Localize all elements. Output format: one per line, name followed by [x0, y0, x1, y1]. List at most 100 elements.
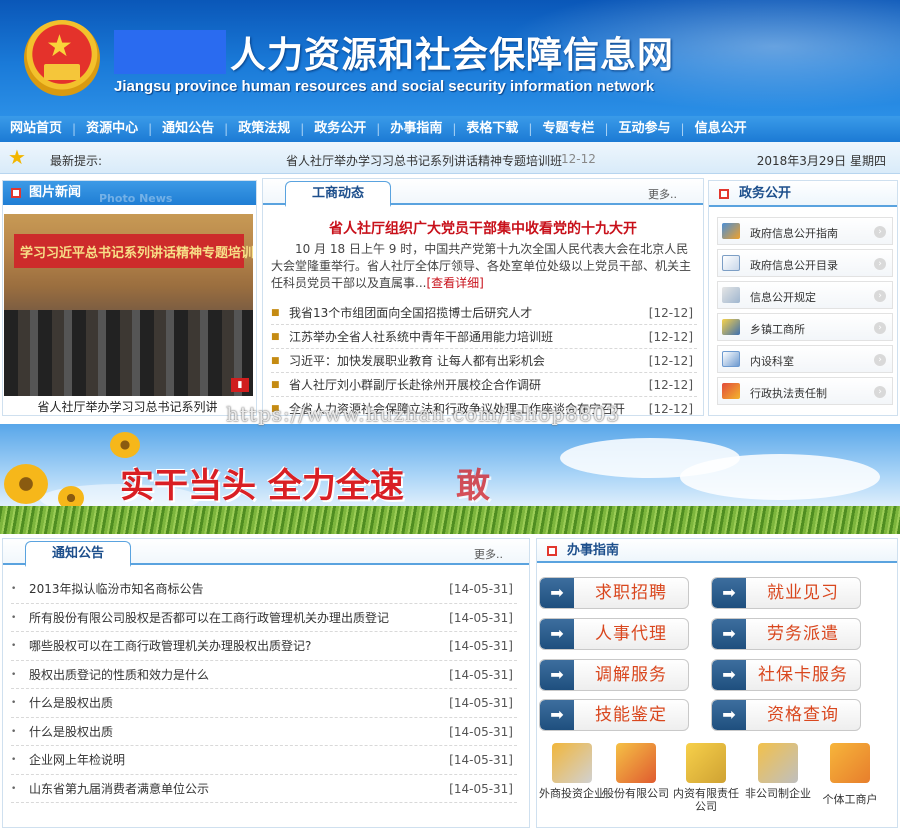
gov-item-disclosure-rules[interactable]: 信息公开规定 ›: [717, 281, 893, 309]
notice-title[interactable]: 山东省第九届消费者满意单位公示: [29, 775, 209, 803]
watermark-text: https://www.huzhan.com/ishop8803: [226, 402, 621, 426]
entity-joint-stock[interactable]: 股份有限公司: [601, 743, 671, 800]
entity-non-company[interactable]: 非公司制企业: [743, 743, 813, 800]
notice-title[interactable]: 2013年拟认临汾市知名商标公告: [29, 575, 204, 603]
list-item[interactable]: ■ 我省13个市组团面向全国招揽博士后研究人才 [12-12]: [271, 301, 697, 325]
arrow-right-icon: ➡: [540, 578, 574, 608]
nav-item-notices[interactable]: 通知公告: [152, 116, 224, 142]
list-item[interactable]: ■ 习近平：加快发展职业教育 让每人都有出彩机会 [12-12]: [271, 349, 697, 373]
notice-date: [14-05-31]: [449, 781, 513, 796]
nav-item-special-topics[interactable]: 专题专栏: [532, 116, 604, 142]
list-item[interactable]: • 山东省第九届消费者满意单位公示 [14-05-31]: [11, 775, 517, 803]
gov-item-label: 信息公开规定: [750, 291, 816, 304]
chevron-right-icon: ›: [874, 258, 886, 270]
news-title[interactable]: 江苏举办全省人社系统中青年干部通用能力培训班: [289, 325, 553, 349]
nav-item-interaction[interactable]: 互动参与: [609, 116, 681, 142]
nav-item-service-guide[interactable]: 办事指南: [380, 116, 452, 142]
social-security-card-button[interactable]: ➡ 社保卡服务: [711, 659, 861, 691]
bullet-icon: ■: [271, 308, 280, 318]
notice-title[interactable]: 企业网上年检说明: [29, 746, 125, 774]
arrow-right-icon: ➡: [540, 700, 574, 730]
chevron-right-icon: ›: [874, 354, 886, 366]
nav-item-resources[interactable]: 资源中心: [76, 116, 148, 142]
notice-title[interactable]: 哪些股权可以在工商行政管理机关办理股权出质登记?: [29, 632, 311, 660]
personnel-agency-button[interactable]: ➡ 人事代理: [539, 618, 689, 650]
list-item[interactable]: ■ 省人社厅刘小群副厅长赴徐州开展校企合作调研 [12-12]: [271, 373, 697, 397]
nav-item-government-affairs[interactable]: 政务公开: [304, 116, 376, 142]
notice-title[interactable]: 什么是股权出质: [29, 718, 113, 746]
list-item[interactable]: • 所有股份有限公司股权是否都可以在工商行政管理机关办理出质登记 [14-05-31…: [11, 604, 517, 632]
slogan-banner[interactable]: 实干当头 全力全速 敢: [0, 424, 900, 534]
notice-title[interactable]: 股权出质登记的性质和效力是什么: [29, 661, 209, 689]
news-title[interactable]: 我省13个市组团面向全国招揽博士后研究人才: [289, 301, 532, 325]
service-guide-header: 办事指南: [537, 539, 897, 563]
job-recruitment-button[interactable]: ➡ 求职招聘: [539, 577, 689, 609]
nav-item-forms[interactable]: 表格下载: [456, 116, 528, 142]
chevron-right-icon: ›: [874, 290, 886, 302]
gov-item-departments[interactable]: 内设科室 ›: [717, 345, 893, 373]
view-detail-link[interactable]: [查看详细]: [426, 276, 483, 290]
ticker-news-link[interactable]: 省人社厅举办学习习总书记系列讲话精神专题培训班: [286, 152, 562, 169]
notice-title[interactable]: 什么是股权出质: [29, 689, 113, 717]
gov-item-enforcement[interactable]: 行政执法责任制 ›: [717, 377, 893, 405]
notice-title[interactable]: 所有股份有限公司股权是否都可以在工商行政管理机关办理出质登记: [29, 604, 389, 632]
bullet-icon: •: [11, 669, 17, 680]
gov-item-label: 政府信息公开指南: [750, 227, 838, 240]
entity-label: 股份有限公司: [603, 787, 669, 800]
photo-caption[interactable]: 省人社厅举办学习习总书记系列讲: [0, 398, 255, 415]
ticker-bar: ★ 最新提示: 省人社厅举办学习习总书记系列讲话精神专题培训班 12-12 20…: [0, 142, 900, 174]
list-item[interactable]: • 2013年拟认临汾市知名商标公告 [14-05-31]: [11, 575, 517, 604]
notice-more-link[interactable]: 更多..: [474, 546, 503, 562]
photo-news-image[interactable]: 学习习近平总书记系列讲话精神专题培训班 ▮: [4, 214, 253, 396]
business-news-headline[interactable]: 省人社厅组织广大党员干部集中收看党的十九大开: [263, 218, 703, 238]
emblem-star-icon: ★: [46, 29, 73, 64]
nav-item-info-disclosure[interactable]: 信息公开: [685, 116, 757, 142]
entity-domestic-limited[interactable]: 内资有限责任公司: [671, 743, 741, 813]
entity-foreign-investment[interactable]: 外商投资企业: [537, 743, 607, 800]
notice-date: [14-05-31]: [449, 582, 513, 596]
business-news-more-link[interactable]: 更多..: [648, 186, 677, 202]
qualification-query-button[interactable]: ➡ 资格查询: [711, 699, 861, 731]
notice-tab[interactable]: 通知公告: [25, 541, 132, 567]
skill-assessment-button[interactable]: ➡ 技能鉴定: [539, 699, 689, 731]
bullet-icon: •: [11, 726, 17, 737]
photo-news-header: 图片新闻 Photo News: [3, 181, 256, 205]
labor-dispatch-button[interactable]: ➡ 劳务派遣: [711, 618, 861, 650]
nav-item-policies[interactable]: 政策法规: [228, 116, 300, 142]
button-label: 社保卡服务: [758, 665, 848, 685]
bullet-icon: •: [11, 698, 17, 708]
emblem-gate-icon: [44, 64, 80, 80]
ticker-label: 最新提示:: [50, 154, 103, 168]
list-item[interactable]: • 股权出质登记的性质和效力是什么 [14-05-31]: [11, 661, 517, 689]
gov-item-label: 行政执法责任制: [750, 387, 827, 400]
internship-button[interactable]: ➡ 就业见习: [711, 577, 861, 609]
list-item[interactable]: • 企业网上年检说明 [14-05-31]: [11, 746, 517, 775]
gov-item-township-offices[interactable]: 乡镇工商所 ›: [717, 313, 893, 341]
nav-item-home[interactable]: 网站首页: [0, 116, 72, 142]
news-title[interactable]: 习近平：加快发展职业教育 让每人都有出彩机会: [289, 349, 545, 373]
gov-item-disclosure-catalog[interactable]: 政府信息公开目录 ›: [717, 249, 893, 277]
slide-indicator-icon[interactable]: ▮: [231, 378, 249, 392]
entity-individual-business[interactable]: 个体工商户: [815, 743, 885, 806]
government-affairs-title: 政务公开: [739, 186, 792, 201]
button-label: 调解服务: [595, 665, 667, 685]
notice-date: [14-05-31]: [449, 724, 513, 739]
org-chart-icon: [722, 223, 740, 239]
business-news-list: ■ 我省13个市组团面向全国招揽博士后研究人才 [12-12] ■ 江苏举办全省人社系…: [271, 301, 697, 415]
business-news-tab[interactable]: 工商动态: [285, 181, 392, 207]
list-item[interactable]: • 哪些股权可以在工商行政管理机关办理股权出质登记? [14-05-31]: [11, 632, 517, 661]
list-item[interactable]: ■ 江苏举办全省人社系统中青年干部通用能力培训班 [12-12]: [271, 325, 697, 349]
list-item[interactable]: • 什么是股权出质 [14-05-31]: [11, 718, 517, 746]
news-title[interactable]: 省人社厅刘小群副厅长赴徐州开展校企合作调研: [289, 373, 541, 397]
notice-panel: 通知公告 更多.. • 2013年拟认临汾市知名商标公告 [14-05-31] • 所…: [2, 538, 530, 828]
bullet-icon: ■: [271, 332, 280, 342]
ticker-news-date: 12-12: [561, 152, 596, 166]
service-guide-title: 办事指南: [567, 543, 620, 558]
business-news-summary: 10 月 18 日上午 9 时，中国共产党第十九次全国人民代表大会在北京人民大会…: [271, 241, 699, 292]
mediation-button[interactable]: ➡ 调解服务: [539, 659, 689, 691]
gov-item-disclosure-guide[interactable]: 政府信息公开指南 ›: [717, 217, 893, 245]
list-item[interactable]: • 什么是股权出质 [14-05-31]: [11, 689, 517, 718]
star-icon: ★: [8, 145, 26, 169]
directory-icon: [722, 351, 740, 367]
button-label: 资格查询: [767, 705, 839, 725]
